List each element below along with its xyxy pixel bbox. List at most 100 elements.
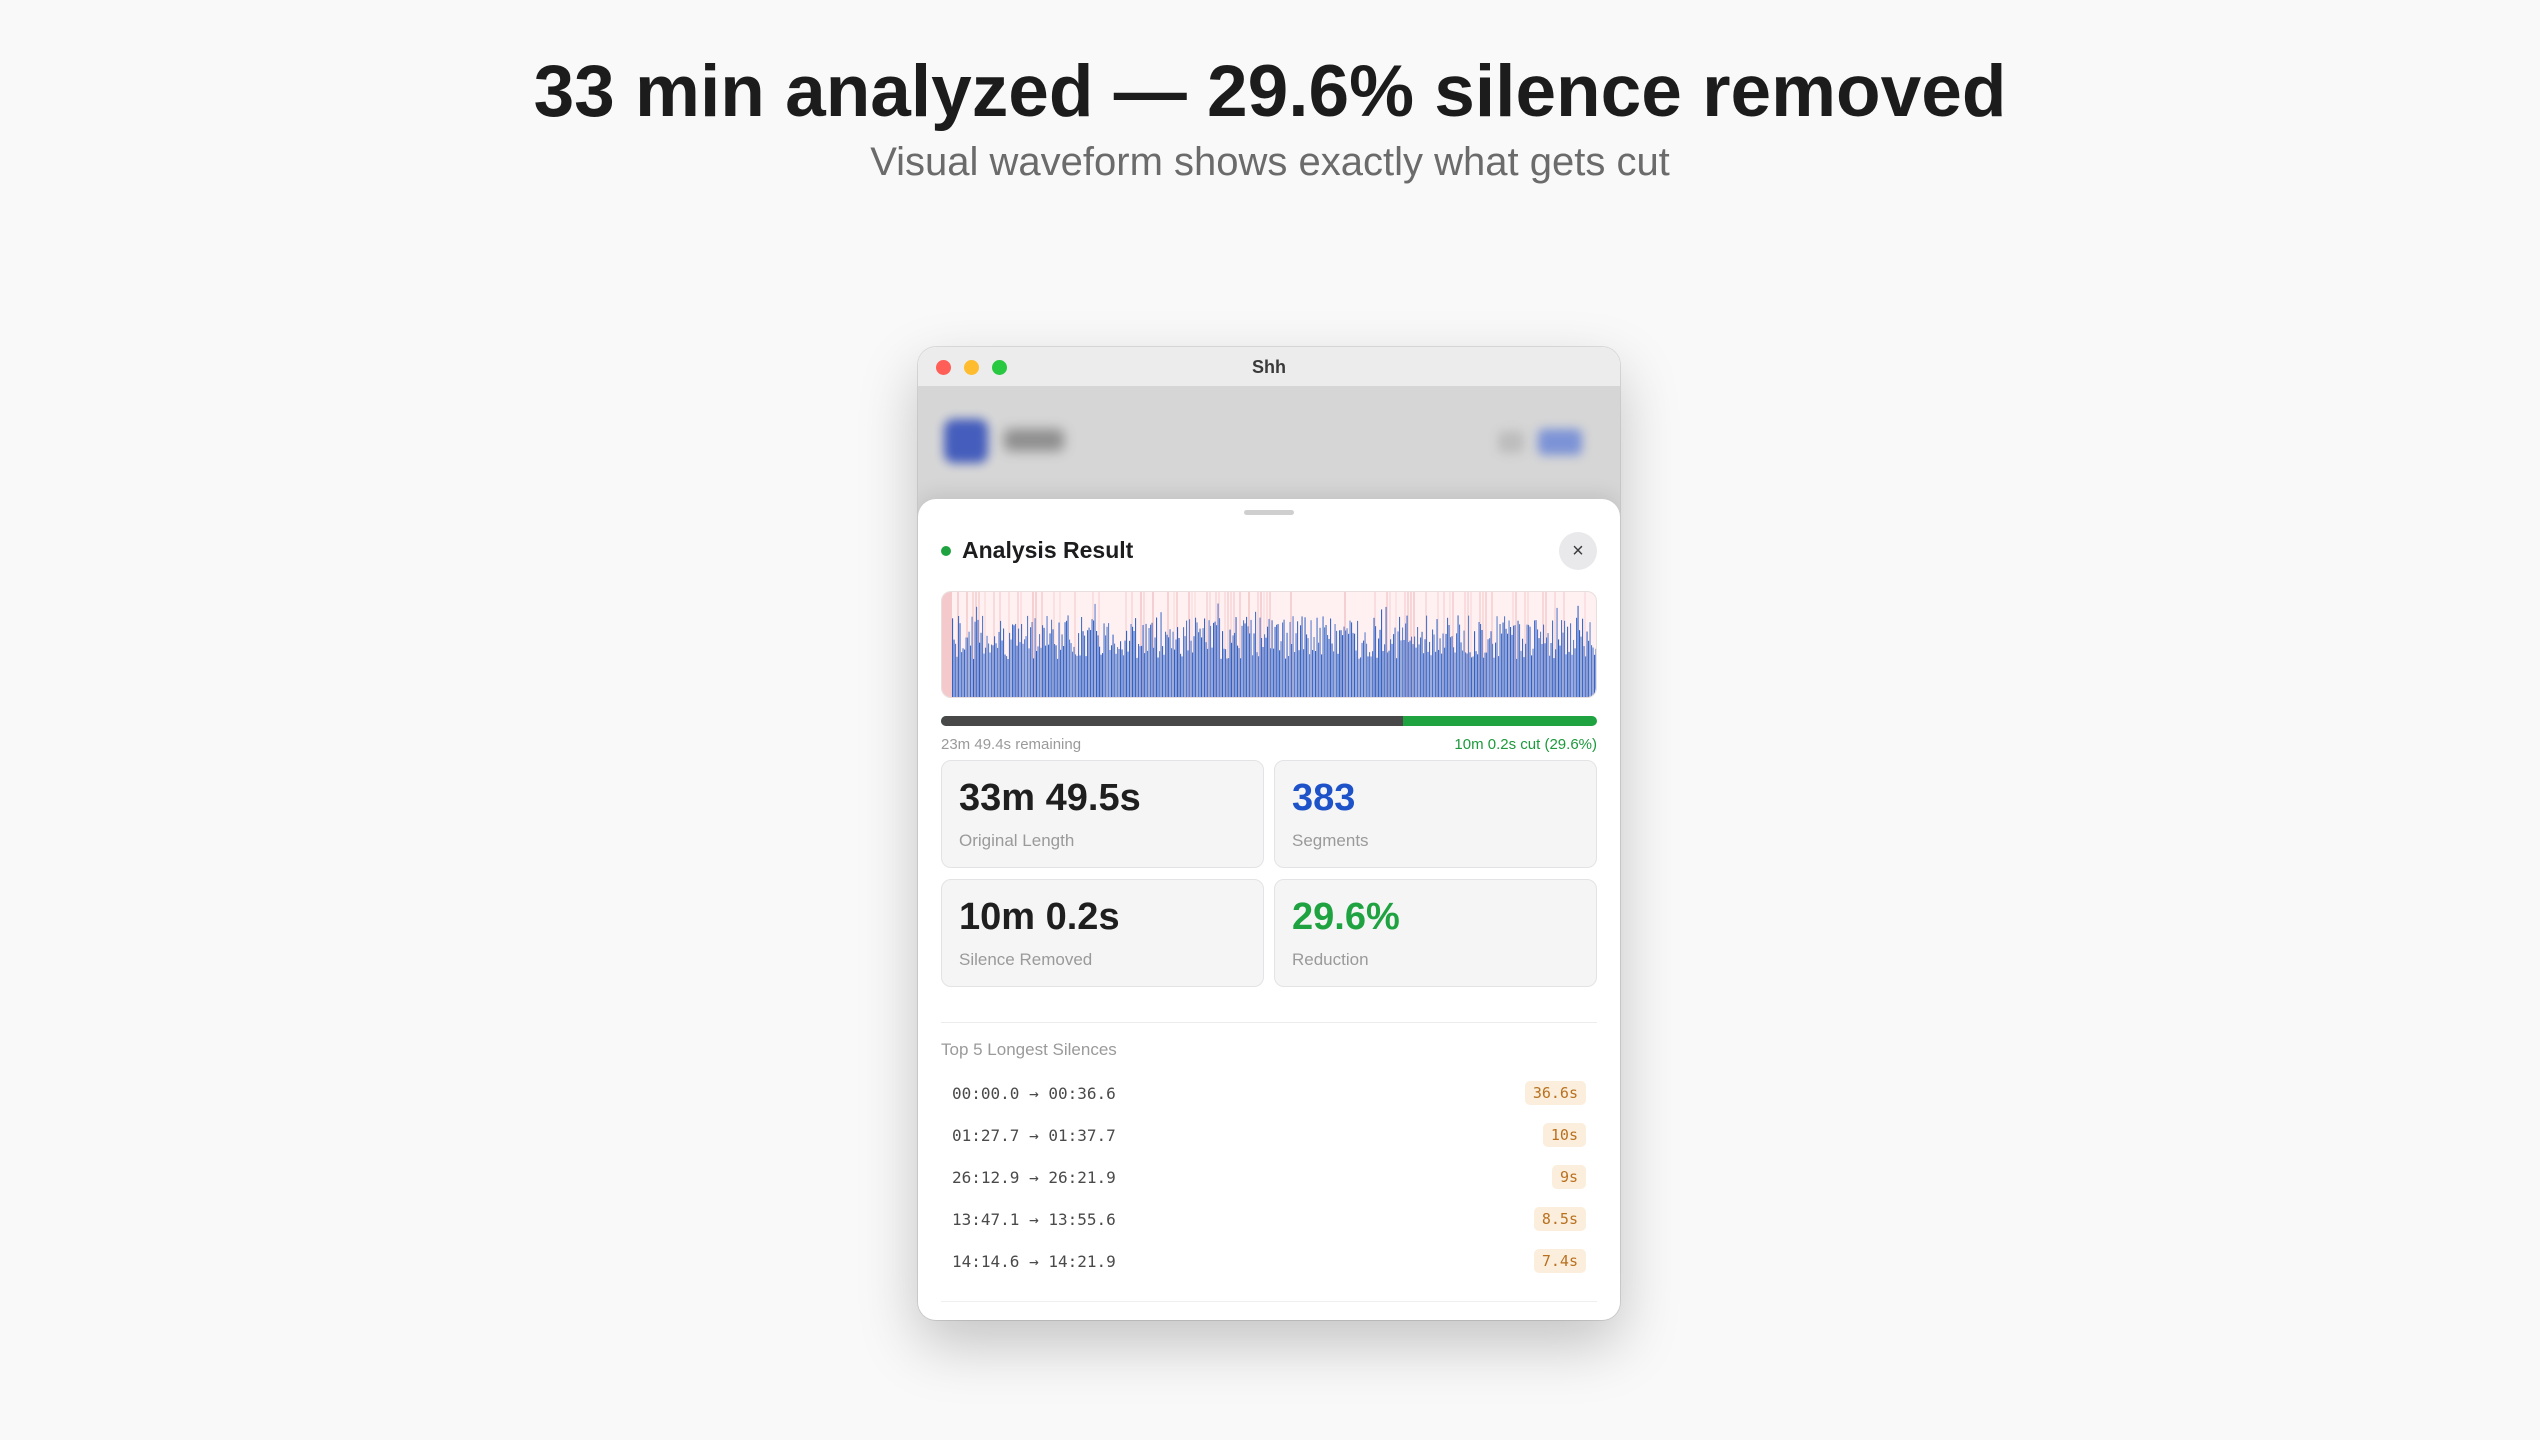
waveform-bar — [1339, 630, 1341, 697]
app-name-blurred — [1004, 429, 1064, 451]
waveform-bar — [955, 643, 957, 697]
waveform-bar — [1003, 628, 1005, 697]
waveform-bar — [1376, 657, 1378, 697]
waveform-bar — [1496, 616, 1498, 697]
waveform-bar — [1433, 634, 1435, 697]
waveform-bar — [1421, 631, 1423, 697]
waveform-bar — [1247, 626, 1249, 697]
waveform-bar — [1292, 616, 1294, 697]
list-item[interactable]: 26:12.9 → 26:21.9 9s — [941, 1161, 1597, 1203]
waveform-bar — [1328, 638, 1330, 697]
waveform-bar — [1241, 625, 1243, 697]
waveform-bar — [1318, 642, 1320, 697]
waveform-bar — [970, 645, 972, 697]
waveform-bar — [1114, 643, 1116, 697]
status-dot-icon — [941, 546, 951, 556]
waveform-bar — [1511, 634, 1513, 697]
waveform-bar — [1300, 625, 1302, 697]
waveform-bar — [1549, 655, 1551, 697]
waveform-bar — [1579, 630, 1581, 697]
waveform-bar — [1007, 659, 1009, 697]
list-item[interactable]: 01:27.7 → 01:37.7 10s — [941, 1119, 1597, 1161]
waveform-bar — [976, 606, 978, 697]
sheet-grabber[interactable] — [1244, 510, 1294, 515]
waveform-bar — [1492, 643, 1494, 697]
waveform-bar — [1594, 654, 1596, 697]
primary-button-blurred — [1538, 429, 1582, 455]
waveform-bar — [1528, 624, 1530, 697]
waveform-bar — [1555, 649, 1557, 697]
waveform-bar — [1349, 620, 1351, 697]
waveform-bar — [1402, 627, 1404, 697]
subheadline: Visual waveform shows exactly what gets … — [870, 140, 1670, 184]
waveform-bar — [1354, 633, 1356, 697]
waveform-bar — [979, 642, 981, 697]
waveform-bar — [1583, 646, 1585, 697]
waveform-bar — [1213, 622, 1215, 697]
waveform-bar — [1345, 630, 1347, 697]
waveform-bar — [1270, 648, 1272, 697]
waveform-bar — [971, 616, 973, 697]
waveform-bar — [962, 648, 964, 697]
waveform-bar — [1405, 623, 1407, 697]
waveform-bar — [1498, 656, 1500, 697]
waveform-bar — [1414, 636, 1416, 697]
waveform-bar — [1264, 634, 1266, 697]
stat-label: Segments — [1292, 831, 1369, 850]
waveform-bar — [1330, 618, 1332, 697]
waveform-bar — [1394, 627, 1396, 697]
waveform-bar — [1438, 650, 1440, 697]
waveform-bar — [1123, 655, 1125, 697]
waveform-bar — [1060, 649, 1062, 697]
list-item[interactable]: 14:14.6 → 14:21.9 7.4s — [941, 1245, 1597, 1287]
waveform-bar — [1099, 646, 1101, 697]
waveform-bar — [1462, 650, 1464, 697]
waveform-bar — [1373, 617, 1375, 697]
waveform-bar — [1016, 645, 1018, 697]
waveform-bar — [1568, 651, 1570, 697]
waveform-bar — [1043, 627, 1045, 697]
waveform-bar — [1192, 652, 1194, 697]
waveform-bar — [1163, 654, 1165, 697]
waveform-bar — [1090, 630, 1092, 697]
waveform-bar — [1552, 620, 1554, 697]
list-item[interactable]: 13:47.1 → 13:55.6 8.5s — [941, 1203, 1597, 1245]
waveform-bar — [1075, 654, 1077, 697]
waveform-bar — [1106, 626, 1108, 697]
waveform-bar — [1255, 611, 1257, 697]
waveform-bar — [1562, 632, 1564, 697]
waveform-bar — [1064, 622, 1066, 697]
list-item[interactable]: 00:00.0 → 00:36.6 36.6s — [941, 1077, 1597, 1119]
waveform-bar — [1136, 657, 1138, 697]
waveform-bar — [1445, 633, 1447, 697]
waveform-bar — [1508, 620, 1510, 697]
waveform-bar — [1276, 624, 1278, 697]
silence-marker — [942, 592, 952, 697]
waveform-bar — [1574, 648, 1576, 697]
waveform-bar — [1022, 643, 1024, 697]
waveform-bar — [1417, 627, 1419, 697]
waveform-bar — [1228, 658, 1230, 697]
waveform-bar — [1520, 650, 1522, 697]
waveform-bar — [1547, 633, 1549, 697]
waveform-bar — [1067, 615, 1069, 697]
waveform-bar — [1322, 616, 1324, 697]
waveform-bar — [953, 639, 955, 697]
waveform-bar — [1325, 625, 1327, 697]
waveform-bar — [1129, 640, 1131, 697]
waveform-bar — [983, 653, 985, 697]
waveform-bar — [1559, 645, 1561, 697]
waveform-bar — [1592, 647, 1594, 697]
waveform-bar — [1079, 655, 1081, 697]
waveform-bar — [1306, 634, 1308, 697]
stat-card-segments: 383 Segments — [1274, 760, 1597, 868]
waveform-bar — [1006, 656, 1008, 697]
waveform-bar — [1550, 643, 1552, 697]
waveform-bar — [965, 637, 967, 697]
close-sheet-button[interactable]: × — [1559, 532, 1597, 570]
waveform-bar — [964, 649, 966, 697]
duration-badge: 36.6s — [1524, 1081, 1586, 1105]
waveform-bar — [1532, 648, 1534, 697]
waveform-bar — [1393, 634, 1395, 697]
waveform-bar — [1102, 653, 1104, 697]
